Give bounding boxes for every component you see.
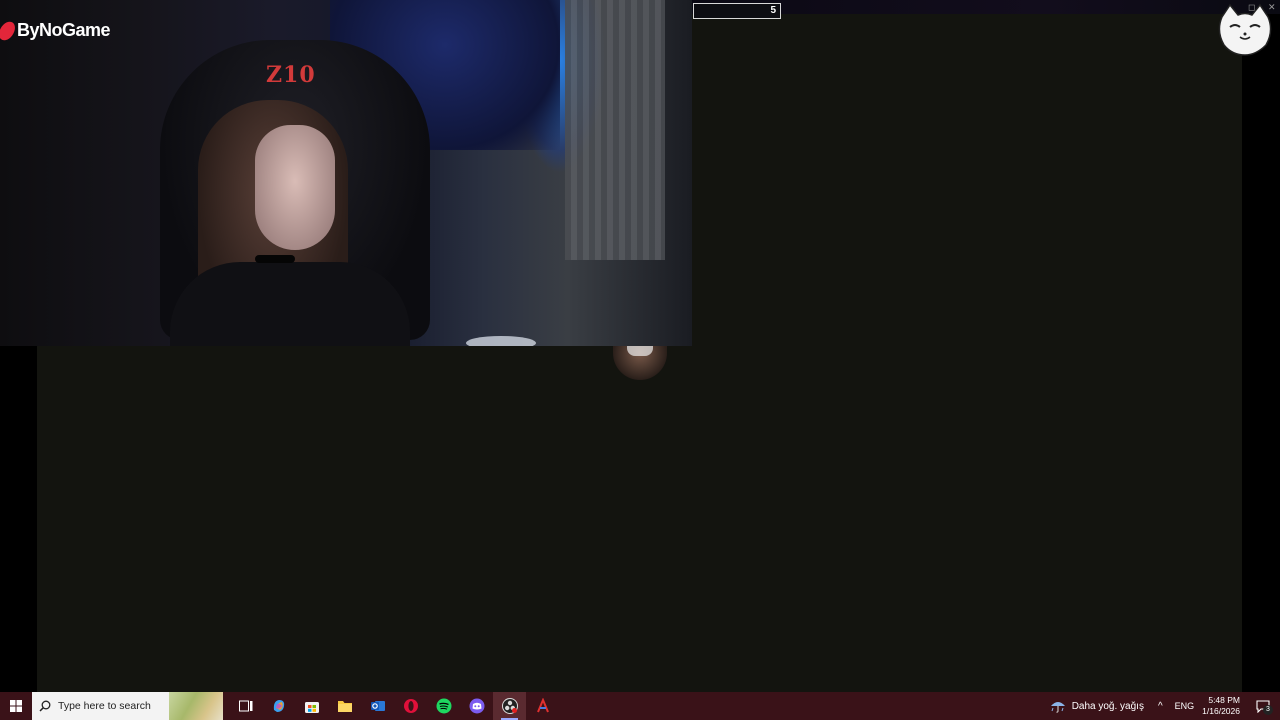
microsoft-store-icon[interactable] (295, 692, 328, 720)
windows-logo-icon (10, 700, 22, 712)
app-icon[interactable] (526, 692, 559, 720)
notification-center-button[interactable]: 3 (1252, 692, 1274, 720)
notification-count-badge: 3 (1263, 705, 1273, 715)
brand-logo-text: ByNoGame (17, 20, 111, 40)
clock[interactable]: 5:48 PM 1/16/2026 (1202, 695, 1240, 717)
close-window-icon[interactable]: ✕ (1268, 2, 1276, 13)
taskbar-search[interactable] (32, 692, 223, 720)
brand-logo: ByNoGame (0, 18, 111, 43)
opera-gx-icon[interactable] (394, 692, 427, 720)
clock-date: 1/16/2026 (1202, 706, 1240, 716)
webcam-person-face (255, 125, 335, 250)
umbrella-rain-icon (1050, 702, 1065, 713)
webcam-wall (565, 0, 665, 260)
webcam-person-choker (255, 255, 295, 263)
counter-display: 5 (693, 3, 781, 19)
chevron-up-icon[interactable]: ^ (1158, 701, 1163, 712)
webcam-desk-light (466, 336, 536, 346)
start-button[interactable] (0, 692, 32, 720)
search-icon (32, 700, 58, 712)
restore-window-icon[interactable]: ◻ (1248, 2, 1255, 13)
brand-logo-icon (0, 18, 17, 43)
taskbar-pinned-apps (229, 692, 559, 720)
weather-text: Daha yoğ. yağış (1071, 700, 1144, 712)
search-highlight-image (169, 692, 223, 720)
language-indicator[interactable]: ENG (1175, 701, 1195, 711)
copilot-icon[interactable] (262, 692, 295, 720)
webcam-person-body (170, 262, 410, 346)
webcam-overlay: Z10 (0, 0, 692, 346)
taskbar: Daha yoğ. yağış ^ ENG 5:48 PM 1/16/2026 … (0, 692, 1280, 720)
weather-widget[interactable]: Daha yoğ. yağış (1050, 699, 1144, 713)
outlook-icon[interactable] (361, 692, 394, 720)
file-explorer-icon[interactable] (328, 692, 361, 720)
clock-time: 5:48 PM (1208, 695, 1240, 705)
spotify-icon[interactable] (427, 692, 460, 720)
discord-icon[interactable] (460, 692, 493, 720)
obs-icon[interactable] (493, 692, 526, 720)
task-view-icon[interactable] (229, 692, 262, 720)
search-input[interactable] (58, 700, 178, 712)
chair-logo-text: Z10 (266, 62, 316, 88)
system-tray: Daha yoğ. yağış ^ ENG 5:48 PM 1/16/2026 … (1050, 692, 1280, 720)
cat-mascot-icon (1218, 3, 1272, 56)
mini-avatar-detail (627, 346, 653, 356)
